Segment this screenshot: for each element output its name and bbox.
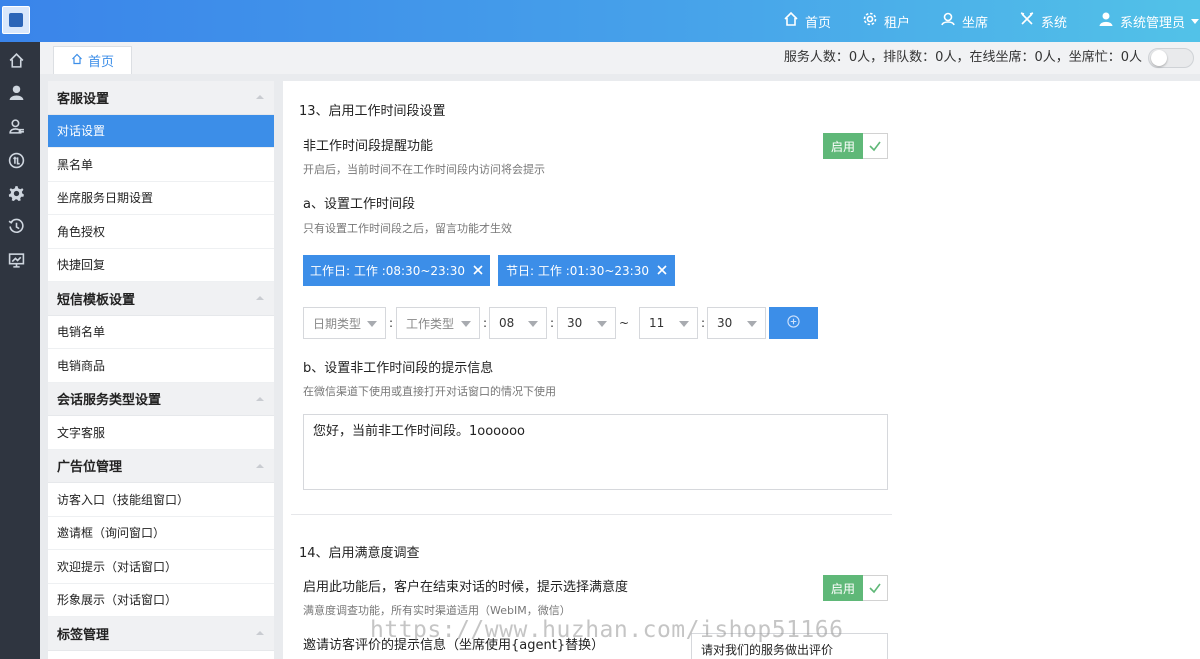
menu-section-tags[interactable]: 标签管理 <box>48 617 274 651</box>
close-icon[interactable] <box>473 264 483 278</box>
home-icon <box>71 53 83 69</box>
menu-item-telesales-products[interactable]: 电销商品 <box>48 349 274 383</box>
home-icon[interactable] <box>0 47 32 73</box>
menu-section-label: 广告位管理 <box>57 460 123 476</box>
after-hours-message-title: b、设置非工作时间段的提示信息 <box>303 361 494 376</box>
work-type-select[interactable]: 工作类型 <box>396 307 480 339</box>
after-hours-message-textarea[interactable]: 您好，当前非工作时间段。1oooooo <box>303 414 888 490</box>
section-divider <box>291 514 892 515</box>
date-type-select[interactable]: 日期类型 <box>303 307 386 339</box>
work-hours-chip-holiday[interactable]: 节日: 工作 :01:30~23:30 <box>498 255 675 286</box>
work-hours-title: a、设置工作时间段 <box>303 197 415 212</box>
end-minute-select[interactable]: 30 <box>707 307 766 339</box>
nav-agent[interactable]: 坐席 <box>940 0 988 42</box>
enable-label: 启用 <box>823 575 863 601</box>
menu-item-quick-reply[interactable]: 快捷回复 <box>48 249 274 282</box>
range-tilde: ~ <box>619 316 630 330</box>
section-14-title: 14、启用满意度调查 <box>299 546 420 561</box>
tools-icon <box>1019 11 1035 31</box>
knowledge-icon[interactable] <box>0 147 32 173</box>
plus-circle-icon <box>787 315 800 331</box>
colon-separator: : <box>389 316 394 330</box>
colon-separator: : <box>701 316 706 330</box>
menu-item-agent-service-dates[interactable]: 坐席服务日期设置 <box>48 182 274 215</box>
watermark: https://www.huzhan.com/ishop51166 <box>370 617 844 643</box>
left-icon-bar <box>0 42 40 659</box>
nav-user-menu[interactable]: 系统管理员 <box>1098 0 1200 42</box>
home-icon <box>783 11 799 31</box>
nav-user-label: 系统管理员 <box>1120 15 1186 31</box>
main-content: 13、启用工作时间段设置 非工作时间段提醒功能 开启后，当前时间不在工作时间段内… <box>283 81 1200 659</box>
close-icon[interactable] <box>657 264 667 278</box>
gear-icon <box>862 11 878 31</box>
start-minute-select[interactable]: 30 <box>557 307 616 339</box>
chevron-down-icon <box>1191 18 1200 24</box>
agent-icon <box>940 11 956 31</box>
menu-section-ad-slots[interactable]: 广告位管理 <box>48 449 274 483</box>
end-hour-select[interactable]: 11 <box>639 307 698 339</box>
satisfaction-survey-label: 启用此功能后，客户在结束对话的时候，提示选择满意度 <box>303 580 629 595</box>
after-hours-enable-switch[interactable]: 启用 <box>823 133 888 159</box>
after-hours-reminder-label: 非工作时间段提醒功能 <box>303 139 434 154</box>
menu-item-dialog-settings[interactable]: 对话设置 <box>48 114 274 148</box>
colon-separator: : <box>483 316 488 330</box>
menu-item-visitor-entry[interactable]: 访客入口（技能组窗口） <box>48 483 274 517</box>
menu-section-label: 会话服务类型设置 <box>57 393 162 409</box>
check-icon <box>863 575 888 601</box>
menu-section-label: 短信模板设置 <box>57 292 136 308</box>
contacts-icon[interactable] <box>0 113 32 139</box>
app-logo[interactable] <box>2 6 30 34</box>
chip-label: 节日: 工作 :01:30~23:30 <box>506 264 649 278</box>
menu-section-label: 客服设置 <box>57 91 110 107</box>
nav-system-label: 系统 <box>1041 15 1068 31</box>
menu-section-session-types[interactable]: 会话服务类型设置 <box>48 382 274 416</box>
menu-item-image-display[interactable]: 形象展示（对话窗口） <box>48 584 274 617</box>
settings-sidebar: 客服设置 对话设置 黑名单 坐席服务日期设置 角色授权 快捷回复 短信模板设置 … <box>48 81 274 659</box>
monitor-icon[interactable] <box>0 247 32 273</box>
start-hour-select[interactable]: 08 <box>489 307 547 339</box>
menu-section-label: 标签管理 <box>57 627 110 643</box>
service-status-text: 服务人数：0人，排队数：0人，在线坐席：0人，坐席忙：0人 <box>783 50 1142 65</box>
nav-system[interactable]: 系统 <box>1019 0 1067 42</box>
colon-separator: : <box>550 316 555 330</box>
enable-label: 启用 <box>823 133 863 159</box>
user-icon[interactable] <box>0 79 32 105</box>
satisfaction-enable-switch[interactable]: 启用 <box>823 575 888 601</box>
chip-label: 工作日: 工作 :08:30~23:30 <box>310 264 465 278</box>
agent-busy-toggle[interactable] <box>1148 48 1194 68</box>
history-icon[interactable] <box>0 213 32 239</box>
section-13-title: 13、启用工作时间段设置 <box>299 104 446 119</box>
menu-item-telesales-list[interactable]: 电销名单 <box>48 316 274 349</box>
settings-icon[interactable] <box>0 180 32 206</box>
menu-item-welcome-tip[interactable]: 欢迎提示（对话窗口） <box>48 550 274 584</box>
tab-bar: 首页 服务人数：0人，排队数：0人，在线坐席：0人，坐席忙：0人 <box>40 42 1200 74</box>
after-hours-message-desc: 在微信渠道下使用或直接打开对话窗口的情况下使用 <box>303 385 556 398</box>
menu-item-role-auth[interactable]: 角色授权 <box>48 215 274 249</box>
top-bar: 首页 租户 坐席 系统 系统管理员 <box>0 0 1200 42</box>
nav-tenant-label: 租户 <box>884 15 911 31</box>
add-work-hours-button[interactable] <box>769 307 818 339</box>
satisfaction-survey-desc: 满意度调查功能，所有实时渠道适用（WebIM，微信） <box>303 604 571 617</box>
nav-home[interactable]: 首页 <box>783 0 831 42</box>
user-icon <box>1098 11 1114 31</box>
check-icon <box>863 133 888 159</box>
menu-item-text-service[interactable]: 文字客服 <box>48 416 274 450</box>
work-hours-desc: 只有设置工作时间段之后，留言功能才生效 <box>303 222 512 235</box>
menu-section-customer-service[interactable]: 客服设置 <box>48 81 274 115</box>
menu-section-sms-template[interactable]: 短信模板设置 <box>48 282 274 316</box>
nav-tenant[interactable]: 租户 <box>862 0 910 42</box>
tab-home-label: 首页 <box>87 55 114 70</box>
tab-home[interactable]: 首页 <box>53 46 132 74</box>
menu-item-invite-box[interactable]: 邀请框（询问窗口） <box>48 517 274 550</box>
work-hours-chip-workday[interactable]: 工作日: 工作 :08:30~23:30 <box>303 255 490 286</box>
after-hours-reminder-desc: 开启后，当前时间不在工作时间段内访问将会提示 <box>303 163 545 176</box>
nav-home-label: 首页 <box>805 15 832 31</box>
menu-item-blacklist[interactable]: 黑名单 <box>48 148 274 182</box>
nav-agent-label: 坐席 <box>962 15 989 31</box>
